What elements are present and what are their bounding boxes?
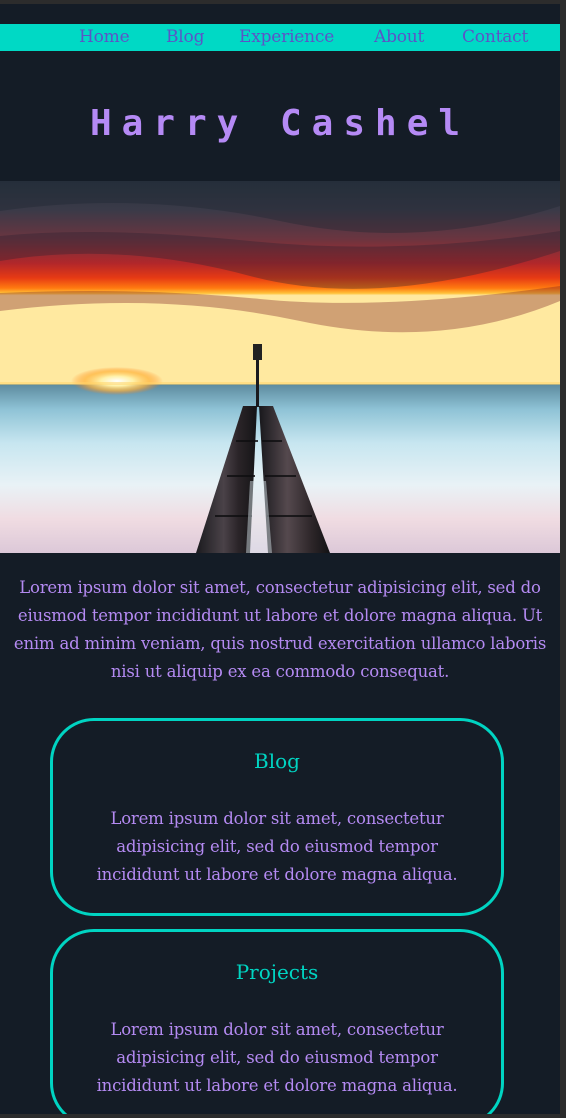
projects-card[interactable]: Projects Lorem ipsum dolor sit amet, con…: [50, 929, 504, 1114]
nav-blog-link[interactable]: Blog: [166, 26, 204, 48]
nav-home-link[interactable]: Home: [79, 26, 130, 48]
intro-text: Lorem ipsum dolor sit amet, consectetur …: [13, 578, 547, 681]
projects-card-title: Projects: [235, 960, 319, 984]
hero-image: [0, 181, 560, 553]
nav-contact-link[interactable]: Contact: [462, 26, 528, 48]
blog-card[interactable]: Blog Lorem ipsum dolor sit amet, consect…: [50, 718, 504, 916]
page: Home Blog Experience About Contact Harry…: [0, 4, 560, 1114]
nav-about-link[interactable]: About: [374, 26, 424, 48]
blog-card-text: Lorem ipsum dolor sit amet, consectetur …: [96, 809, 458, 884]
top-nav: Home Blog Experience About Contact: [0, 24, 560, 51]
site-title: Harry Cashel: [89, 103, 471, 144]
blog-card-title: Blog: [254, 749, 300, 773]
nav-experience-link[interactable]: Experience: [239, 26, 334, 48]
projects-card-text: Lorem ipsum dolor sit amet, consectetur …: [96, 1020, 458, 1095]
